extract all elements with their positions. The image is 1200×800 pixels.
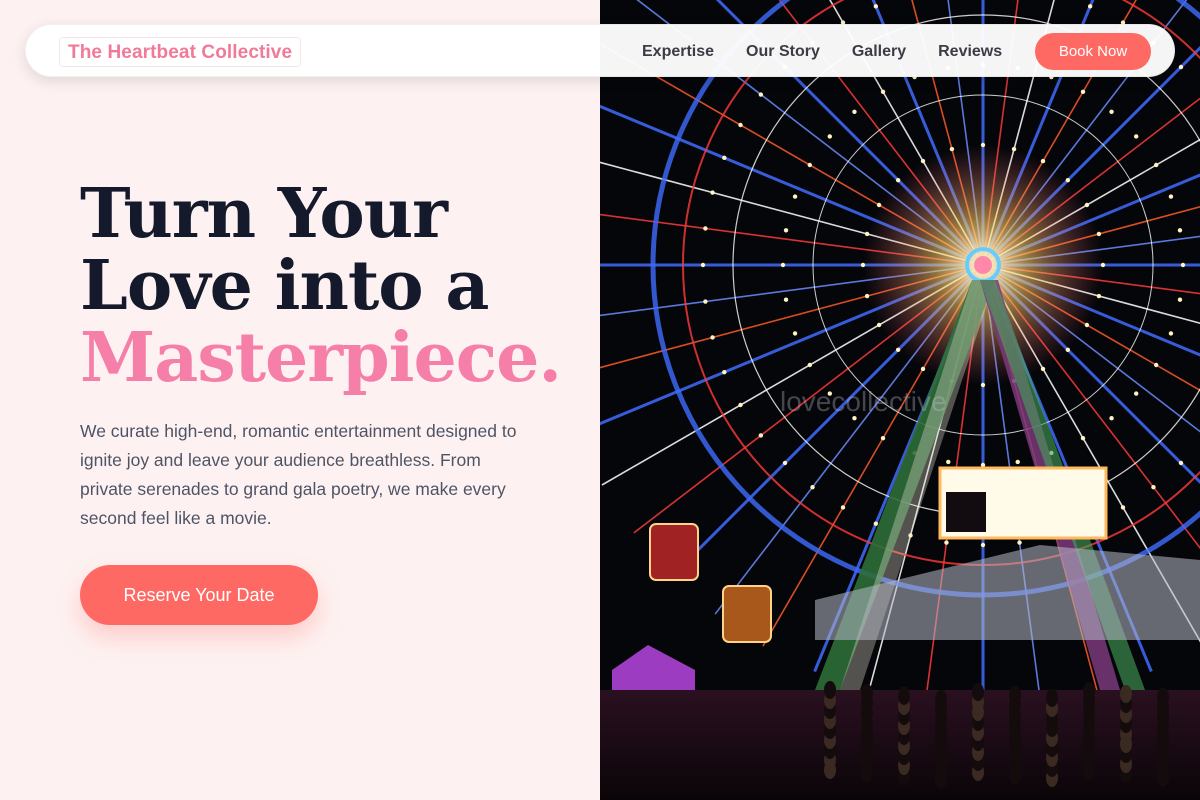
nav-link-our-story[interactable]: Our Story [746, 43, 820, 61]
nav-link-gallery[interactable]: Gallery [852, 43, 906, 61]
hero-image [600, 0, 1200, 800]
hero-intro-text: We curate high-end, romantic entertainme… [80, 421, 517, 528]
nav-links: Expertise Our Story Gallery Reviews [642, 25, 1034, 78]
nav-link-reviews[interactable]: Reviews [938, 43, 1002, 61]
reserve-date-button[interactable]: Reserve Your Date [80, 565, 318, 625]
top-navbar: The Heartbeat Collective Expertise Our S… [25, 24, 1175, 77]
hero-left-panel [0, 0, 600, 800]
nav-link-expertise[interactable]: Expertise [642, 43, 714, 61]
headline-line-2: Love into a [80, 246, 489, 326]
headline-line-1: Turn Your [80, 174, 448, 254]
hero-headline: Turn Your Love into a Masterpiece. [80, 178, 580, 394]
brand-logo[interactable]: The Heartbeat Collective [59, 37, 302, 67]
headline-accent: Masterpiece. [80, 318, 562, 398]
book-now-button[interactable]: Book Now [1035, 33, 1151, 70]
ferris-wheel-illustration [600, 0, 1200, 800]
